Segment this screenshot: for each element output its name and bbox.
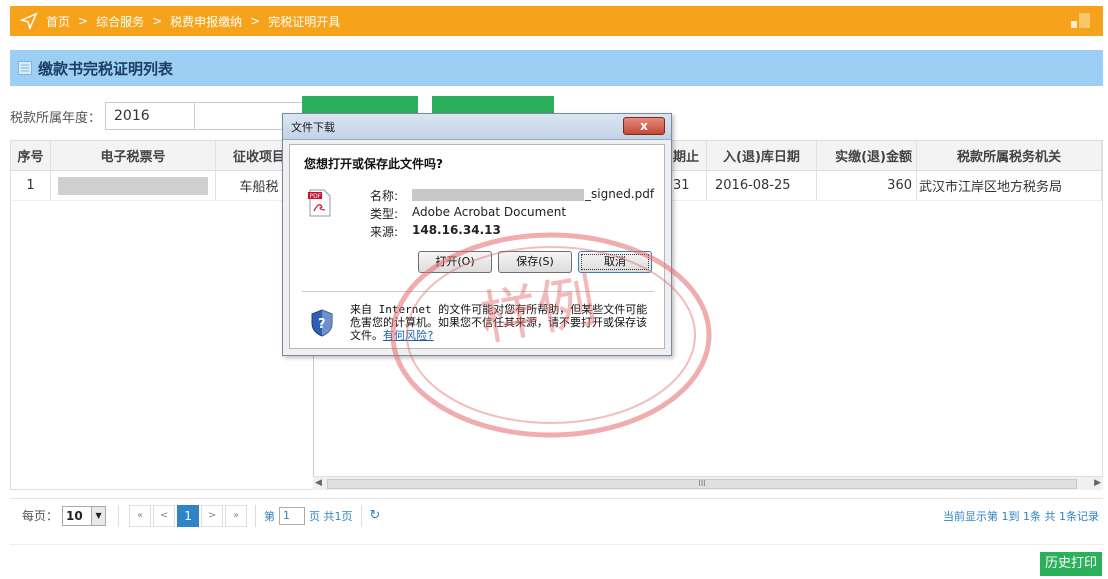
divider [118,504,120,527]
cell-authority: 武汉市江岸区地方税务局 [917,171,1102,200]
per-page-label: 每页： [22,509,59,523]
file-source-value: 148.16.34.13 [412,223,501,237]
app-grid-icon[interactable] [1071,13,1091,29]
col-period-end[interactable]: 期止 [669,141,707,170]
breadcrumb-separator: > [78,14,89,28]
dialog-title: 文件下载 [283,114,671,140]
top-nav-bar: 首页 > 综合服务 > 税费申报缴纳 > 完税证明开具 [10,6,1103,36]
pagination-bar: 每页： 10 ▼ « < 1 > » 第 1 页 共1页 ↻ 当前显示第 1到 … [10,498,1103,532]
col-authority[interactable]: 税款所属税务机关 [917,141,1102,170]
horizontal-scrollbar[interactable]: ◀ III ▶ [313,476,1103,490]
file-name-value: _signed.pdf [412,187,654,204]
cell-index: 1 [11,171,51,200]
cancel-button[interactable]: 取消 [578,251,652,273]
page-suffix: 页 共1页 [309,509,353,523]
breadcrumb-current: 完税证明开具 [268,14,341,29]
first-page-button[interactable]: « [129,504,152,527]
page-1-button[interactable]: 1 [177,504,200,527]
prev-page-button[interactable]: < [153,504,176,527]
refresh-icon[interactable]: ↻ [370,508,381,523]
file-name-row: 名称: _signed.pdf [370,187,654,204]
breadcrumb-services[interactable]: 综合服务 [96,13,144,30]
year-select[interactable]: 2016 [105,102,196,130]
breadcrumb-separator: > [152,14,163,28]
open-button[interactable]: 打开(O) [418,251,492,273]
location-arrow-icon [20,12,38,30]
risk-link[interactable]: 有何风险? [383,329,434,342]
scroll-right-icon[interactable]: ▶ [1094,478,1101,488]
pdf-file-icon: PDF [308,189,331,217]
page-prefix: 第 [264,509,276,523]
list-title-band: 缴款书完税证明列表 [10,50,1103,86]
dialog-question: 您想打开或保存此文件吗? [304,157,443,171]
dialog-divider [302,291,654,292]
file-download-dialog: 文件下载 x 您想打开或保存此文件吗? PDF 名称: _signed.pdf … [282,113,672,356]
col-ticket-no[interactable]: 电子税票号 [51,141,216,170]
file-type-row: 类型: Adobe Acrobat Document [370,205,566,222]
save-button[interactable]: 保存(S) [498,251,572,273]
file-name-key: 名称: [370,189,399,203]
history-print-button[interactable]: 历史打印 [1040,552,1102,576]
security-warning: 来自 Internet 的文件可能对您有所帮助，但某些文件可能危害您的计算机。如… [350,303,650,342]
file-source-key: 来源: [370,225,399,239]
caret-down-icon: ▼ [91,506,106,525]
file-source-row: 来源: 148.16.34.13 [370,223,501,240]
file-type-value: Adobe Acrobat Document [412,205,567,219]
next-page-button[interactable]: > [201,504,224,527]
svg-text:PDF: PDF [310,193,322,200]
svg-text:?: ? [318,317,326,332]
col-index[interactable]: 序号 [11,141,51,170]
list-icon [18,61,32,75]
year-label: 税款所属年度： [10,110,102,126]
close-button[interactable]: x [623,117,665,135]
breadcrumb-separator: > [250,14,261,28]
cell-amount: 360 [817,171,917,200]
record-summary: 当前显示第 1到 1条 共 1条记录 [943,510,1099,523]
scroll-left-icon[interactable]: ◀ [315,478,322,488]
dialog-body: 您想打开或保存此文件吗? PDF 名称: _signed.pdf 类型: Ado… [289,144,665,349]
breadcrumb-home[interactable]: 首页 [46,13,70,30]
last-page-button[interactable]: » [225,504,248,527]
divider [255,504,257,527]
page-title: 缴款书完税证明列表 [38,59,174,78]
cell-period-end: 31 [669,171,707,200]
footer-band [10,544,1103,579]
file-type-key: 类型: [370,207,399,221]
per-page-value: 10 [66,508,83,523]
cell-date: 2016-08-25 [707,171,817,200]
cell-ticket-no [51,171,216,200]
redacted-block [412,188,584,201]
per-page-select[interactable]: 10 ▼ [62,505,107,526]
scrollbar-thumb[interactable]: III [327,479,1077,489]
security-shield-icon: ? [311,309,333,337]
divider [360,504,362,527]
col-amount[interactable]: 实缴(退)金额 [817,141,917,170]
redacted-block [58,176,208,195]
col-date[interactable]: 入(退)库日期 [707,141,817,170]
file-name-suffix: _signed.pdf [585,187,655,201]
breadcrumb-tax-filing[interactable]: 税费申报缴纳 [170,13,242,30]
page-number-input[interactable]: 1 [279,506,306,525]
